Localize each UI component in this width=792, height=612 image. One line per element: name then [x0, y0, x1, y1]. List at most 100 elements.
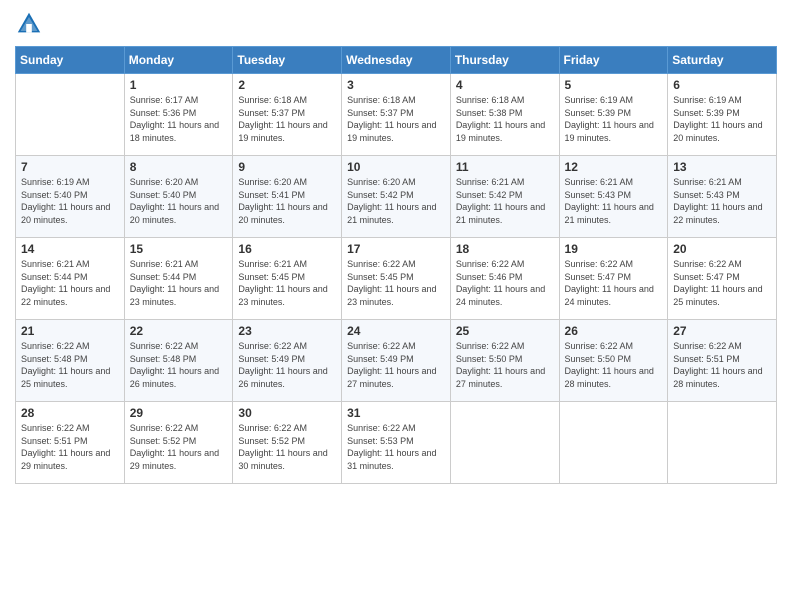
day-info: Sunrise: 6:22 AMSunset: 5:45 PMDaylight:… [347, 258, 445, 308]
day-header-monday: Monday [124, 47, 233, 74]
day-number: 15 [130, 242, 228, 256]
day-number: 23 [238, 324, 336, 338]
day-info: Sunrise: 6:22 AMSunset: 5:49 PMDaylight:… [238, 340, 336, 390]
day-number: 30 [238, 406, 336, 420]
day-header-saturday: Saturday [668, 47, 777, 74]
day-number: 26 [565, 324, 663, 338]
day-cell: 2 Sunrise: 6:18 AMSunset: 5:37 PMDaylight… [233, 74, 342, 156]
day-info: Sunrise: 6:21 AMSunset: 5:42 PMDaylight:… [456, 176, 554, 226]
week-row-1: 1 Sunrise: 6:17 AMSunset: 5:36 PMDaylight… [16, 74, 777, 156]
day-info: Sunrise: 6:17 AMSunset: 5:36 PMDaylight:… [130, 94, 228, 144]
day-info: Sunrise: 6:21 AMSunset: 5:45 PMDaylight:… [238, 258, 336, 308]
day-cell: 8 Sunrise: 6:20 AMSunset: 5:40 PMDaylight… [124, 156, 233, 238]
day-info: Sunrise: 6:20 AMSunset: 5:41 PMDaylight:… [238, 176, 336, 226]
week-row-2: 7Sunrise: 6:19 AMSunset: 5:40 PMDaylight… [16, 156, 777, 238]
day-cell: 16 Sunrise: 6:21 AMSunset: 5:45 PMDayligh… [233, 238, 342, 320]
day-number: 17 [347, 242, 445, 256]
day-info: Sunrise: 6:18 AMSunset: 5:37 PMDaylight:… [238, 94, 336, 144]
logo [15, 10, 45, 38]
day-header-sunday: Sunday [16, 47, 125, 74]
day-cell: 5 Sunrise: 6:19 AMSunset: 5:39 PMDaylight… [559, 74, 668, 156]
day-info: Sunrise: 6:22 AMSunset: 5:50 PMDaylight:… [565, 340, 663, 390]
day-cell [668, 402, 777, 484]
logo-icon [15, 10, 43, 38]
day-cell: 19 Sunrise: 6:22 AMSunset: 5:47 PMDayligh… [559, 238, 668, 320]
day-info: Sunrise: 6:22 AMSunset: 5:49 PMDaylight:… [347, 340, 445, 390]
day-cell: 24Sunrise: 6:22 AMSunset: 5:49 PMDayligh… [342, 320, 451, 402]
day-info: Sunrise: 6:22 AMSunset: 5:52 PMDaylight:… [238, 422, 336, 472]
day-number: 2 [238, 78, 336, 92]
day-cell: 7Sunrise: 6:19 AMSunset: 5:40 PMDaylight… [16, 156, 125, 238]
day-number: 25 [456, 324, 554, 338]
header-row: SundayMondayTuesdayWednesdayThursdayFrid… [16, 47, 777, 74]
day-number: 5 [565, 78, 663, 92]
calendar-table: SundayMondayTuesdayWednesdayThursdayFrid… [15, 46, 777, 484]
day-header-tuesday: Tuesday [233, 47, 342, 74]
day-number: 20 [673, 242, 771, 256]
day-header-wednesday: Wednesday [342, 47, 451, 74]
day-cell: 21Sunrise: 6:22 AMSunset: 5:48 PMDayligh… [16, 320, 125, 402]
week-row-3: 14Sunrise: 6:21 AMSunset: 5:44 PMDayligh… [16, 238, 777, 320]
day-cell: 17 Sunrise: 6:22 AMSunset: 5:45 PMDayligh… [342, 238, 451, 320]
day-number: 19 [565, 242, 663, 256]
day-cell: 29Sunrise: 6:22 AMSunset: 5:52 PMDayligh… [124, 402, 233, 484]
day-info: Sunrise: 6:21 AMSunset: 5:43 PMDaylight:… [565, 176, 663, 226]
day-cell: 25 Sunrise: 6:22 AMSunset: 5:50 PMDayligh… [450, 320, 559, 402]
day-number: 6 [673, 78, 771, 92]
day-cell: 9 Sunrise: 6:20 AMSunset: 5:41 PMDaylight… [233, 156, 342, 238]
day-number: 8 [130, 160, 228, 174]
day-cell: 23 Sunrise: 6:22 AMSunset: 5:49 PMDayligh… [233, 320, 342, 402]
day-info: Sunrise: 6:20 AMSunset: 5:42 PMDaylight:… [347, 176, 445, 226]
day-number: 28 [21, 406, 119, 420]
day-cell: 15 Sunrise: 6:21 AMSunset: 5:44 PMDayligh… [124, 238, 233, 320]
day-info: Sunrise: 6:22 AMSunset: 5:47 PMDaylight:… [673, 258, 771, 308]
day-number: 9 [238, 160, 336, 174]
day-cell: 30 Sunrise: 6:22 AMSunset: 5:52 PMDayligh… [233, 402, 342, 484]
page: SundayMondayTuesdayWednesdayThursdayFrid… [0, 0, 792, 612]
day-cell: 31 Sunrise: 6:22 AMSunset: 5:53 PMDayligh… [342, 402, 451, 484]
day-info: Sunrise: 6:22 AMSunset: 5:48 PMDaylight:… [130, 340, 228, 390]
day-cell: 10 Sunrise: 6:20 AMSunset: 5:42 PMDayligh… [342, 156, 451, 238]
day-number: 4 [456, 78, 554, 92]
day-cell: 14Sunrise: 6:21 AMSunset: 5:44 PMDayligh… [16, 238, 125, 320]
day-info: Sunrise: 6:22 AMSunset: 5:46 PMDaylight:… [456, 258, 554, 308]
day-number: 27 [673, 324, 771, 338]
day-cell: 3 Sunrise: 6:18 AMSunset: 5:37 PMDaylight… [342, 74, 451, 156]
day-number: 13 [673, 160, 771, 174]
day-number: 22 [130, 324, 228, 338]
day-cell: 26 Sunrise: 6:22 AMSunset: 5:50 PMDayligh… [559, 320, 668, 402]
day-info: Sunrise: 6:22 AMSunset: 5:53 PMDaylight:… [347, 422, 445, 472]
day-info: Sunrise: 6:19 AMSunset: 5:40 PMDaylight:… [21, 176, 119, 226]
week-row-4: 21Sunrise: 6:22 AMSunset: 5:48 PMDayligh… [16, 320, 777, 402]
day-cell: 18 Sunrise: 6:22 AMSunset: 5:46 PMDayligh… [450, 238, 559, 320]
day-number: 10 [347, 160, 445, 174]
day-number: 1 [130, 78, 228, 92]
day-number: 18 [456, 242, 554, 256]
day-info: Sunrise: 6:22 AMSunset: 5:47 PMDaylight:… [565, 258, 663, 308]
day-cell: 13Sunrise: 6:21 AMSunset: 5:43 PMDayligh… [668, 156, 777, 238]
day-number: 31 [347, 406, 445, 420]
day-number: 29 [130, 406, 228, 420]
day-info: Sunrise: 6:21 AMSunset: 5:44 PMDaylight:… [21, 258, 119, 308]
day-cell: 28 Sunrise: 6:22 AMSunset: 5:51 PMDayligh… [16, 402, 125, 484]
header [15, 10, 777, 38]
day-info: Sunrise: 6:20 AMSunset: 5:40 PMDaylight:… [130, 176, 228, 226]
day-info: Sunrise: 6:21 AMSunset: 5:44 PMDaylight:… [130, 258, 228, 308]
day-cell: 22 Sunrise: 6:22 AMSunset: 5:48 PMDayligh… [124, 320, 233, 402]
day-info: Sunrise: 6:22 AMSunset: 5:50 PMDaylight:… [456, 340, 554, 390]
day-cell: 11 Sunrise: 6:21 AMSunset: 5:42 PMDayligh… [450, 156, 559, 238]
day-cell [16, 74, 125, 156]
day-info: Sunrise: 6:22 AMSunset: 5:48 PMDaylight:… [21, 340, 119, 390]
day-cell: 1 Sunrise: 6:17 AMSunset: 5:36 PMDaylight… [124, 74, 233, 156]
day-info: Sunrise: 6:22 AMSunset: 5:51 PMDaylight:… [21, 422, 119, 472]
day-info: Sunrise: 6:22 AMSunset: 5:51 PMDaylight:… [673, 340, 771, 390]
day-info: Sunrise: 6:18 AMSunset: 5:38 PMDaylight:… [456, 94, 554, 144]
day-number: 12 [565, 160, 663, 174]
day-cell: 27 Sunrise: 6:22 AMSunset: 5:51 PMDayligh… [668, 320, 777, 402]
day-info: Sunrise: 6:19 AMSunset: 5:39 PMDaylight:… [565, 94, 663, 144]
day-number: 11 [456, 160, 554, 174]
day-header-friday: Friday [559, 47, 668, 74]
day-number: 16 [238, 242, 336, 256]
day-number: 3 [347, 78, 445, 92]
day-info: Sunrise: 6:18 AMSunset: 5:37 PMDaylight:… [347, 94, 445, 144]
